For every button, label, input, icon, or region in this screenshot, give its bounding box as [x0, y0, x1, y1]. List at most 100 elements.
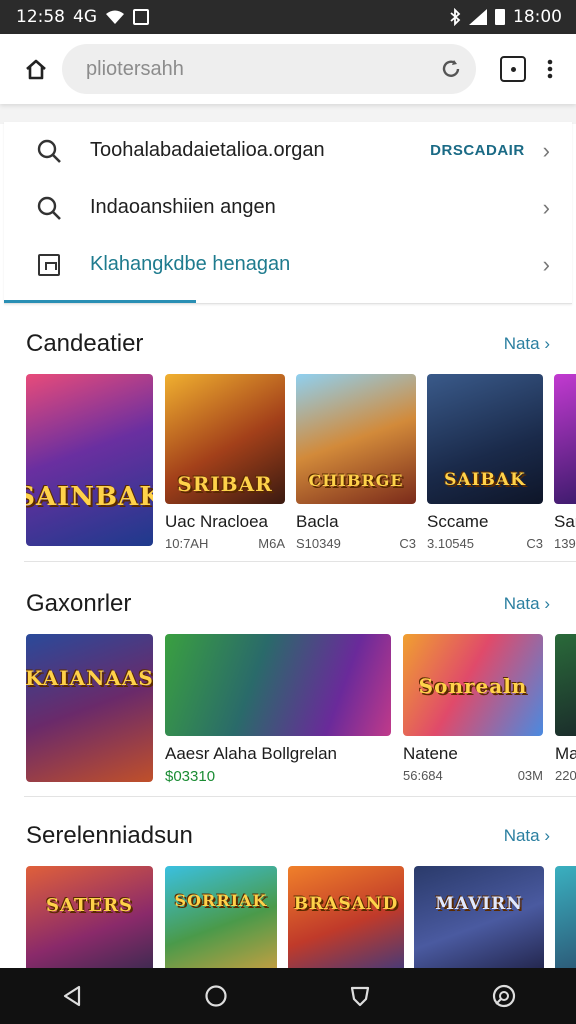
search-icon [37, 139, 61, 163]
suggestion-text: Indaoanshiien angen [90, 196, 276, 218]
app-name: Bacla [296, 512, 339, 531]
app-name: Aaesr Alaha Bollgrelan [165, 744, 338, 763]
app-thumbnail: Sonrealn [403, 634, 543, 736]
app-card[interactable]: KAIANAAS [26, 634, 153, 782]
app-card[interactable]: SATERS [26, 866, 153, 976]
app-logo-text: SAINBAK [26, 482, 153, 512]
app-logo-text: SORRIAK [174, 891, 268, 910]
app-card[interactable]: SAINBAK [26, 374, 153, 546]
chevron-right-icon: › [542, 194, 550, 220]
section-title: Candeatier [26, 330, 144, 357]
app-card[interactable]: SAIBAK Sccame 3.10545 C3 [427, 374, 543, 551]
tabs-icon [510, 66, 516, 72]
suggestion-text: Klahangkdbe henagan [90, 253, 291, 275]
app-thumbnail: SAIBAK [427, 374, 543, 504]
search-icon [37, 196, 61, 220]
section-more-link[interactable]: Nata › [504, 826, 550, 846]
app-logo-text: SAIBAK [444, 470, 526, 490]
section-serelenniadsun: Serelenniadsun Nata › SATERS SORRIAK BRA… [0, 816, 576, 976]
app-card[interactable]: Ma 220 [555, 634, 576, 783]
app-thumbnail: SATERS [26, 866, 153, 976]
search-suggestions: Toohalabadaietalioa.organ DRSCADAIR › In… [4, 122, 572, 304]
signal-icon [469, 9, 487, 25]
section-title: Serelenniadsun [26, 822, 193, 849]
wifi-icon [106, 10, 124, 24]
app-logo-text: KAIANAAS [26, 666, 153, 690]
suggestion-item[interactable]: Toohalabadaietalioa.organ DRSCADAIR › [4, 122, 572, 179]
status-bar: 12:58 4G 18:00 [0, 0, 576, 34]
app-name: Sccame [427, 512, 489, 531]
home-icon [26, 59, 46, 80]
app-logo-text: Sonrealn [418, 674, 528, 698]
app-thumbnail: SRIBAR [165, 374, 285, 504]
bluetooth-icon [450, 8, 461, 26]
app-thumbnail [555, 634, 576, 736]
suggestion-item[interactable]: Klahangkdbe henagan › [4, 236, 572, 293]
app-logo-text: CHIBRGE [308, 471, 404, 490]
app-card[interactable]: Aaesr Alaha Bollgrelan $03310 [165, 634, 391, 785]
battery-icon [495, 9, 505, 25]
address-bar[interactable] [62, 44, 476, 94]
app-thumbnail: KAIANAAS [26, 634, 153, 782]
app-card[interactable]: SORRIAK [165, 866, 277, 976]
app-thumbnail [165, 634, 391, 736]
suggestion-item[interactable]: Indaoanshiien angen › [4, 179, 572, 236]
app-card[interactable]: Sonrealn Natene 56:684 03M [403, 634, 543, 783]
browser-toolbar [0, 34, 576, 104]
chevron-right-icon: › [542, 251, 550, 277]
assistant-icon [492, 984, 516, 1008]
tabs-button[interactable] [500, 56, 526, 82]
app-meta: 56:684 [403, 768, 443, 783]
section-candeatier: Candeatier Nata › SAINBAK SRIBAR Uac Nra… [0, 324, 576, 574]
app-size: C3 [399, 536, 416, 551]
suggestion-text: Toohalabadaietalioa.organ [90, 139, 325, 161]
content-gap [0, 104, 576, 124]
app-thumbnail: CHIBRGE [296, 374, 416, 504]
app-card[interactable]: MAVIRN [414, 866, 544, 976]
app-thumbnail [554, 374, 576, 504]
assistant-button[interactable] [484, 976, 524, 1016]
app-card[interactable]: CHIBRGE Bacla S10349 C3 [296, 374, 416, 551]
app-card[interactable]: BRASAND [288, 866, 404, 976]
app-thumbnail: SAINBAK [26, 374, 153, 546]
page-icon [38, 253, 60, 276]
app-thumbnail [555, 866, 576, 976]
app-logo-text: MAVIRN [435, 894, 523, 914]
system-nav-bar [0, 968, 576, 1024]
app-meta: 139 [554, 536, 576, 551]
section-divider [24, 796, 576, 797]
app-meta: 220 [555, 768, 576, 783]
app-thumbnail: SORRIAK [165, 866, 277, 976]
app-size: M6A [258, 536, 285, 551]
back-button[interactable] [52, 976, 92, 1016]
app-thumbnail: BRASAND [288, 866, 404, 976]
home-circle-icon [205, 985, 227, 1007]
more-vert-icon [547, 59, 553, 79]
app-card[interactable] [555, 866, 576, 976]
reload-icon[interactable] [440, 58, 462, 80]
recents-icon [350, 986, 370, 1007]
network-label: 4G [73, 7, 97, 27]
section-more-link[interactable]: Nata › [504, 594, 550, 614]
recents-button[interactable] [340, 976, 380, 1016]
home-nav-button[interactable] [196, 976, 236, 1016]
more-menu-button[interactable] [538, 49, 562, 89]
suggestion-tag: DRSCADAIR [430, 142, 525, 159]
status-right-text: 18:00 [513, 7, 562, 27]
home-button[interactable] [16, 49, 56, 89]
app-name: Sar [554, 512, 576, 531]
app-card[interactable]: SRIBAR Uac Nracloea 10:7AH M6A [165, 374, 285, 551]
section-more-link[interactable]: Nata › [504, 334, 550, 354]
search-input[interactable] [86, 57, 440, 81]
app-thumbnail: MAVIRN [414, 866, 544, 976]
chevron-right-icon: › [542, 137, 550, 163]
app-card[interactable]: Sar 139 [554, 374, 576, 551]
app-meta: 10:7AH [165, 536, 209, 551]
app-logo-text: BRASAND [293, 894, 399, 914]
app-size: C3 [526, 536, 543, 551]
app-price: $03310 [165, 768, 216, 785]
notification-box-icon [133, 9, 149, 25]
back-icon [63, 985, 81, 1007]
section-title: Gaxonrler [26, 590, 132, 617]
app-name: Uac Nracloea [165, 512, 268, 531]
